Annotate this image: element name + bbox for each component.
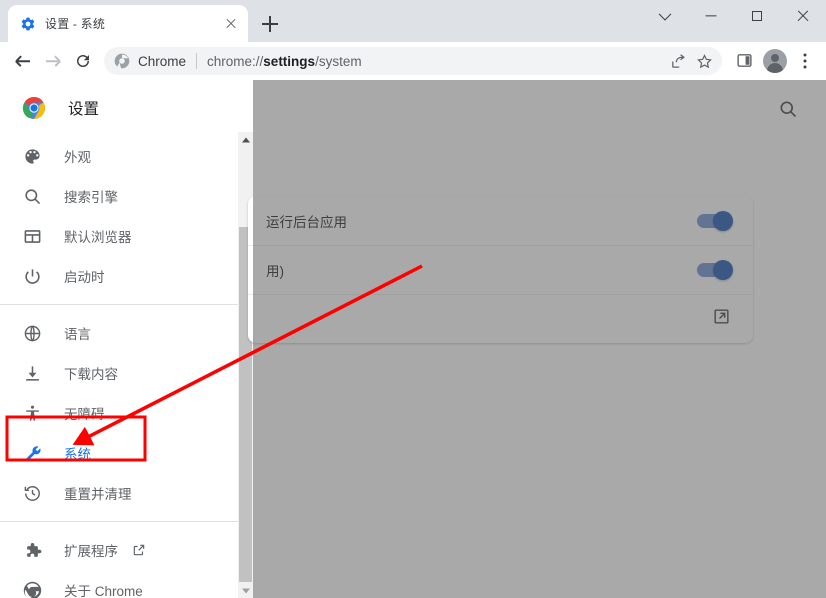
star-icon[interactable]: [692, 49, 716, 73]
address-bar[interactable]: Chrome chrome://settings/system: [104, 47, 722, 75]
url-bold: settings: [263, 54, 315, 69]
browser-tab[interactable]: 设置 - 系统: [8, 5, 248, 42]
sidebar-item-downloads[interactable]: 下载内容: [0, 353, 238, 393]
gear-icon: [20, 16, 36, 32]
sidebar-item-accessibility[interactable]: 无障碍: [0, 393, 238, 433]
sidebar-item-languages[interactable]: 语言: [0, 313, 238, 353]
forward-arrow-icon: [46, 60, 60, 62]
download-icon: [22, 363, 42, 383]
side-panel-button[interactable]: [730, 46, 760, 76]
chrome-outline-icon: [22, 580, 42, 598]
sidebar-item-default-browser[interactable]: 默认浏览器: [0, 216, 238, 256]
sidebar-item-label: 关于 Chrome: [64, 580, 143, 598]
settings-sidebar: 设置 外观 搜索引擎: [0, 80, 238, 598]
sidebar-item-system[interactable]: 系统: [0, 433, 238, 473]
setting-label: 运行后台应用: [266, 211, 697, 231]
sidebar-item-label: 默认浏览器: [64, 226, 132, 246]
chevron-down-icon: [659, 8, 672, 21]
maximize-button[interactable]: [734, 0, 780, 32]
forward-button[interactable]: [38, 46, 68, 76]
sidebar-item-label: 外观: [64, 146, 91, 166]
tab-strip: 设置 - 系统: [0, 0, 826, 42]
chrome-menu-button[interactable]: [790, 46, 820, 76]
url-suffix: /system: [315, 54, 362, 69]
avatar-icon: [763, 49, 787, 73]
omnibox-brand-label: Chrome: [138, 54, 186, 69]
window-controls: [642, 0, 826, 42]
palette-icon: [22, 146, 42, 166]
sidebar-item-label: 下载内容: [64, 363, 118, 383]
power-icon: [22, 266, 42, 286]
browser-window: 设置 - 系统: [0, 0, 826, 598]
search-icon: [22, 186, 42, 206]
toggle-switch[interactable]: [697, 214, 731, 228]
back-arrow-icon: [16, 60, 30, 62]
omnibox-separator: [196, 53, 197, 69]
url-prefix: chrome://: [207, 54, 263, 69]
close-icon[interactable]: [222, 15, 240, 33]
new-tab-button[interactable]: [256, 10, 284, 38]
settings-card: 运行后台应用 用): [248, 196, 753, 343]
sidebar-item-about-chrome[interactable]: 关于 Chrome: [0, 570, 238, 598]
setting-row-background-apps[interactable]: 运行后台应用: [248, 196, 753, 245]
minimize-button[interactable]: [688, 0, 734, 32]
tab-title: 设置 - 系统: [45, 15, 222, 32]
sidebar-item-label: 无障碍: [64, 403, 105, 423]
side-panel-icon: [736, 52, 753, 69]
setting-row-proxy[interactable]: [248, 294, 753, 343]
globe-icon: [22, 323, 42, 343]
sidebar-item-label: 语言: [64, 323, 91, 343]
sidebar-item-extensions[interactable]: 扩展程序: [0, 530, 238, 570]
settings-content: 运行后台应用 用): [253, 80, 826, 598]
search-icon[interactable]: [778, 99, 800, 121]
sidebar-item-label: 搜索引擎: [64, 186, 118, 206]
sidebar-item-label: 系统: [64, 443, 91, 463]
back-button[interactable]: [8, 46, 38, 76]
menu-divider: [0, 304, 238, 305]
sidebar-item-reset-cleanup[interactable]: 重置并清理: [0, 473, 238, 513]
browser-toolbar: Chrome chrome://settings/system: [0, 42, 826, 80]
external-link-icon: [132, 543, 146, 557]
profile-button[interactable]: [760, 46, 790, 76]
settings-page: 设置 外观 搜索引擎: [0, 80, 826, 598]
sidebar-item-search-engine[interactable]: 搜索引擎: [0, 176, 238, 216]
three-dot-menu-icon: [804, 54, 807, 69]
scroll-down-arrow[interactable]: [238, 583, 253, 598]
wrench-icon: [22, 443, 42, 463]
browser-window-icon: [22, 226, 42, 246]
scroll-up-arrow[interactable]: [238, 132, 253, 147]
history-restore-icon: [22, 483, 42, 503]
reload-button[interactable]: [68, 46, 98, 76]
external-link-icon[interactable]: [712, 307, 731, 331]
tab-search-button[interactable]: [642, 0, 688, 32]
chrome-logo-icon: [22, 96, 46, 120]
sidebar-item-label: 启动时: [64, 266, 105, 286]
chrome-icon: [114, 53, 130, 69]
maximize-icon: [752, 11, 762, 21]
setting-row-hardware-accel[interactable]: 用): [248, 245, 753, 294]
minimize-icon: [706, 15, 717, 16]
puzzle-icon: [22, 540, 42, 560]
reload-icon: [74, 52, 92, 70]
toggle-switch[interactable]: [697, 263, 731, 277]
share-icon[interactable]: [666, 49, 690, 73]
settings-menu: 外观 搜索引擎 默认浏览器: [0, 136, 238, 598]
sidebar-item-on-startup[interactable]: 启动时: [0, 256, 238, 296]
menu-divider: [0, 521, 238, 522]
page-title: 设置: [68, 97, 99, 119]
close-window-button[interactable]: [780, 0, 826, 32]
sidebar-item-appearance[interactable]: 外观: [0, 136, 238, 176]
settings-header: 设置: [0, 80, 238, 136]
setting-label: 用): [266, 260, 697, 280]
sidebar-item-label: 重置并清理: [64, 483, 132, 503]
sidebar-item-label: 扩展程序: [64, 540, 118, 560]
omnibox-url: chrome://settings/system: [207, 54, 664, 69]
accessibility-icon: [22, 403, 42, 423]
content-inner: 运行后台应用 用): [253, 80, 826, 598]
